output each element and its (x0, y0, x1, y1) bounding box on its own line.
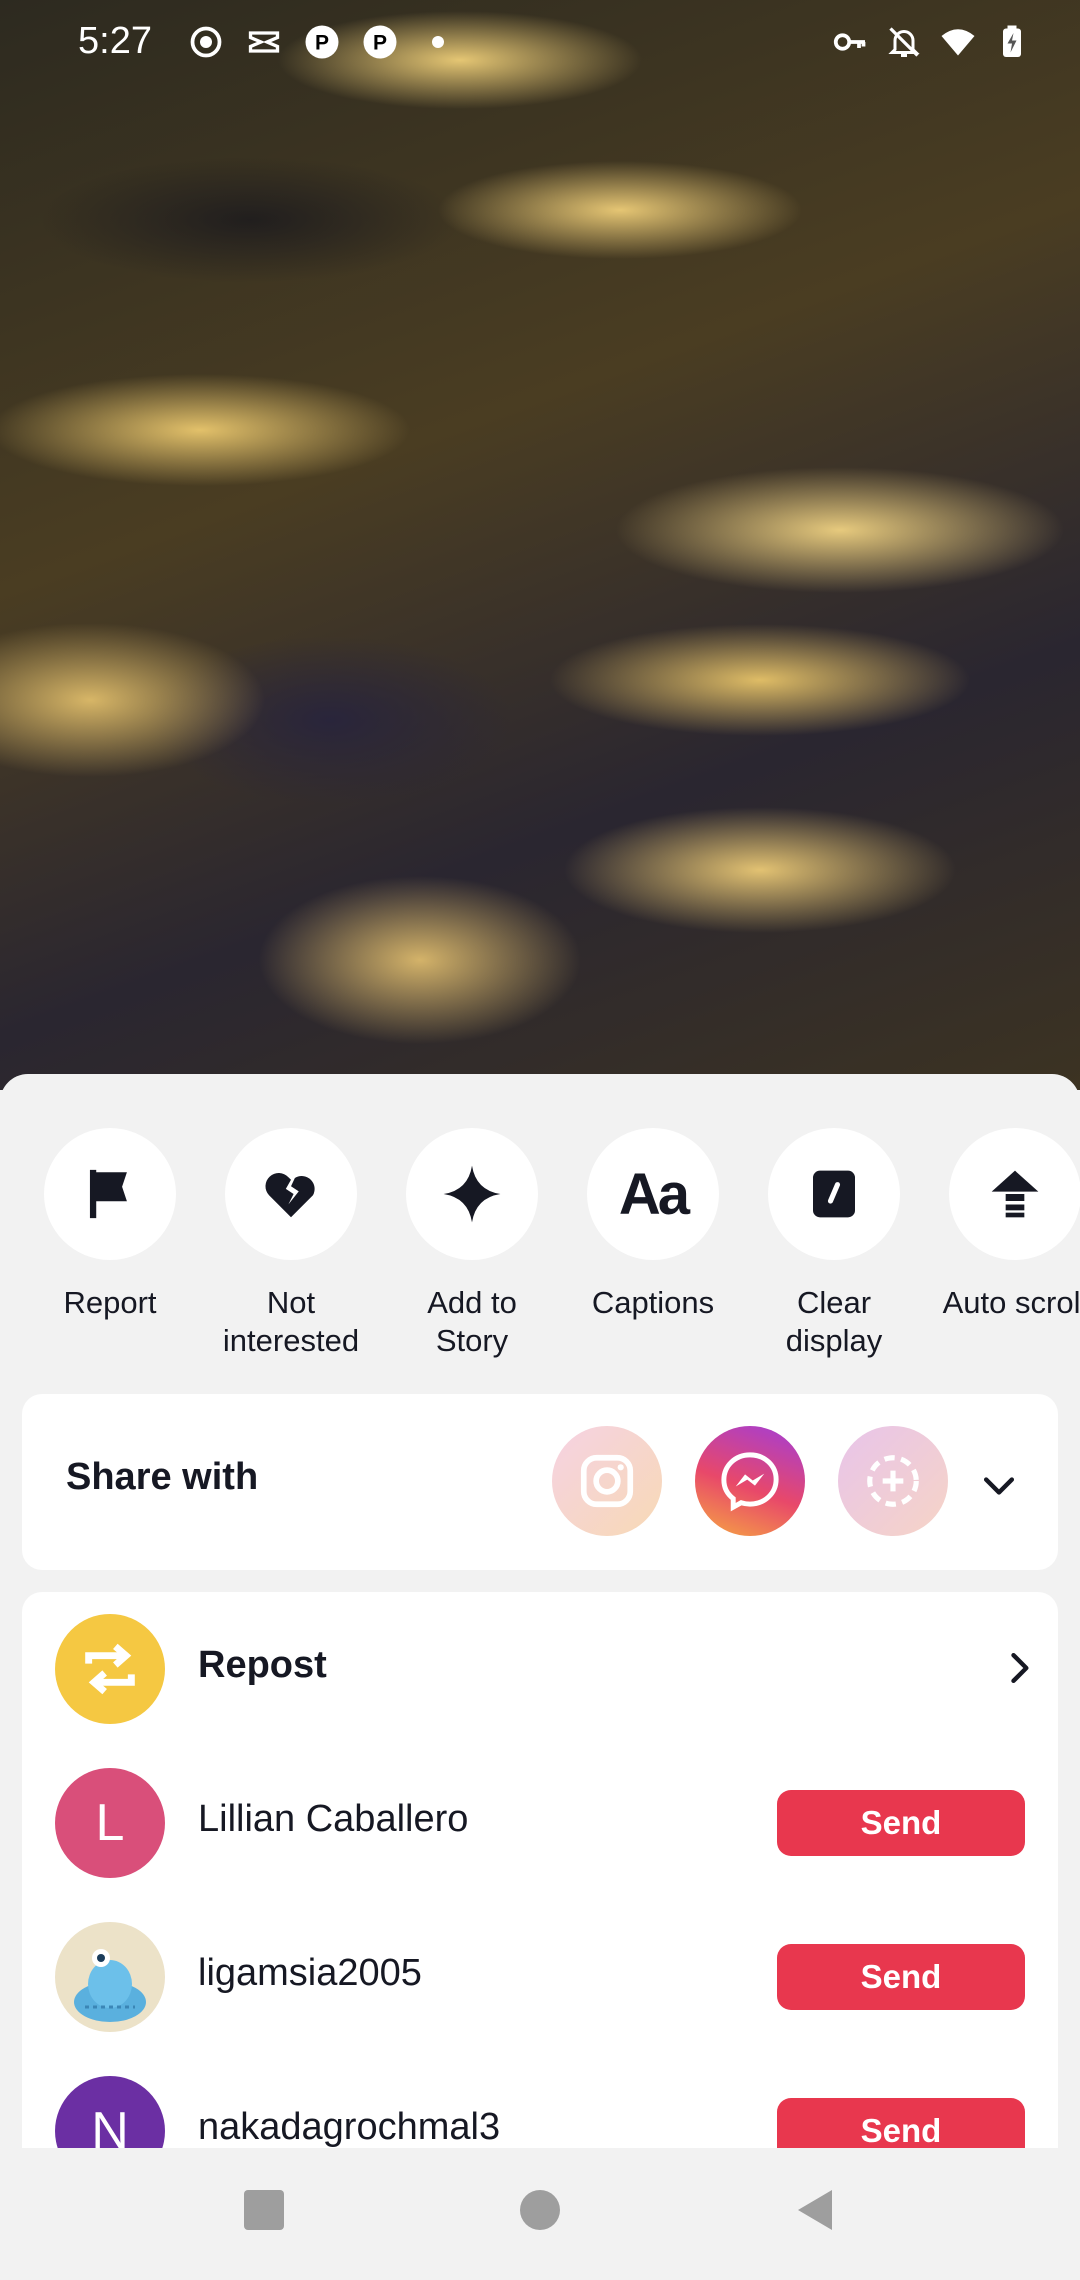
action-row: Report Not interested Add to Story Aa Ca… (0, 1128, 1080, 1358)
record-icon (190, 26, 222, 58)
status-time: 5:27 (78, 20, 152, 62)
send-button[interactable]: Send (777, 1790, 1025, 1856)
home-icon[interactable] (516, 2186, 564, 2234)
messenger-button[interactable] (695, 1426, 805, 1536)
sparkle-icon (443, 1165, 501, 1223)
contact-row[interactable]: N nakadagrochmal3 Send (22, 2054, 1058, 2148)
flag-icon (89, 1169, 127, 1219)
pinterest-icon: P (305, 25, 339, 59)
auto-scroll-label: Auto scroll (942, 1285, 1080, 1320)
clear-display-action[interactable]: Clear display (744, 1128, 924, 1360)
contact-name: nakadagrochmal3 (198, 2106, 501, 2148)
clear-display-label: Clear display (785, 1285, 883, 1358)
auto-scroll-icon (991, 1170, 1039, 1218)
send-button[interactable]: Send (777, 2098, 1025, 2148)
auto-scroll-button[interactable] (949, 1128, 1080, 1260)
share-list: Repost L Lillian Caballero Send ligamsia… (22, 1592, 1058, 2148)
key-icon (833, 33, 866, 51)
navigation-bar (0, 2148, 1080, 2280)
repost-label: Repost (198, 1644, 327, 1686)
messenger-icon (721, 1452, 779, 1512)
captions-action[interactable]: Aa Captions (563, 1128, 743, 1322)
not-interested-label: Not interested (222, 1285, 360, 1358)
add-to-story-label: Add to Story (427, 1285, 517, 1358)
avatar[interactable]: L (55, 1768, 165, 1878)
status-bar: 5:27 P P (0, 0, 1080, 90)
battery-charging-icon (1003, 25, 1021, 57)
not-interested-action[interactable]: Not interested (201, 1128, 381, 1360)
svg-text:P: P (373, 32, 387, 55)
repost-row[interactable]: Repost (22, 1592, 1058, 1746)
clear-display-icon (813, 1170, 855, 1218)
wifi-icon (941, 29, 975, 56)
instagram-icon (580, 1454, 634, 1508)
pinterest-icon: P (363, 25, 397, 59)
chevron-down-icon[interactable] (977, 1464, 1021, 1508)
svg-text:P: P (315, 32, 329, 55)
dot-icon (432, 36, 444, 48)
share-sheet: Report Not interested Add to Story Aa Ca… (0, 1074, 1080, 2148)
notifications-off-icon (888, 27, 920, 57)
report-action[interactable]: Report (20, 1128, 200, 1322)
chevron-right-icon (1011, 1652, 1029, 1684)
captions-label: Captions (591, 1285, 715, 1320)
not-interested-button[interactable] (225, 1128, 357, 1260)
instagram-button[interactable] (552, 1426, 662, 1536)
contact-row[interactable]: ligamsia2005 Send (22, 1900, 1058, 2054)
video-background[interactable] (0, 0, 1080, 1090)
auto-scroll-action[interactable]: Auto scroll (925, 1128, 1080, 1322)
add-to-story-action[interactable]: Add to Story (382, 1128, 562, 1360)
share-with-title: Share with (66, 1456, 259, 1498)
report-label: Report (63, 1285, 157, 1320)
captions-icon: Aa (618, 1161, 690, 1227)
alien-avatar-icon (74, 1949, 146, 2022)
contact-row[interactable]: L Lillian Caballero Send (22, 1746, 1058, 1900)
share-with-card: Share with (22, 1394, 1058, 1570)
avatar[interactable] (55, 1922, 165, 2032)
add-to-status-button[interactable] (838, 1426, 948, 1536)
contact-name: Lillian Caballero (198, 1798, 469, 1840)
broken-heart-icon (265, 1172, 315, 1218)
report-button[interactable] (44, 1128, 176, 1260)
captions-button[interactable]: Aa (587, 1128, 719, 1260)
add-to-story-button[interactable] (406, 1128, 538, 1260)
capcut-icon (248, 31, 280, 53)
avatar[interactable]: N (55, 2076, 165, 2148)
send-button[interactable]: Send (777, 1944, 1025, 2010)
repost-icon-circle (55, 1614, 165, 1724)
back-icon[interactable] (792, 2186, 840, 2234)
repost-icon (85, 1643, 135, 1695)
add-contact-icon (867, 1455, 919, 1507)
contact-name: ligamsia2005 (198, 1952, 422, 1994)
recents-icon[interactable] (240, 2186, 288, 2234)
clear-display-button[interactable] (768, 1128, 900, 1260)
